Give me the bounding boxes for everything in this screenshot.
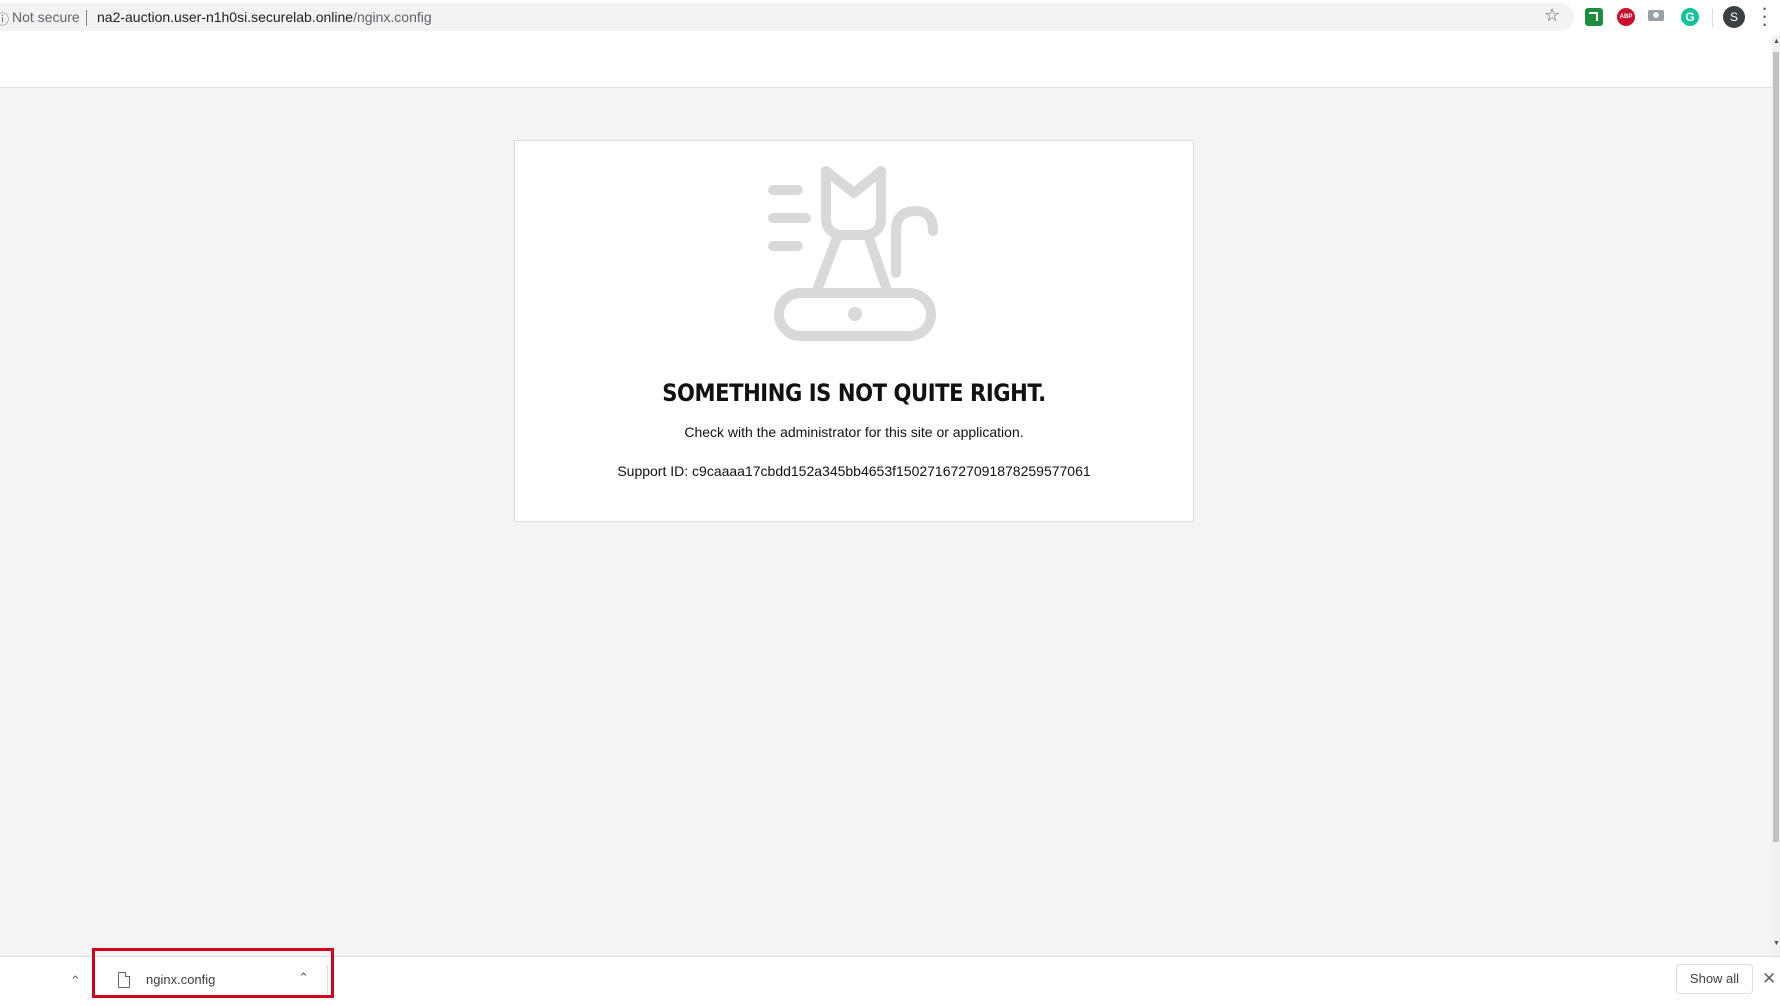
close-icon[interactable]: ✕	[1762, 969, 1776, 989]
toolbar-divider	[1712, 9, 1713, 27]
error-message: Check with the administrator for this si…	[684, 424, 1024, 440]
support-id: Support ID: c9caaaa17cbdd152a345bb4653f1…	[617, 463, 1091, 479]
url-host: na2-auction.user-n1h0si.securelab.online	[97, 9, 354, 25]
address-separator	[86, 10, 87, 26]
url-text[interactable]: na2-auction.user-n1h0si.securelab.online…	[97, 9, 432, 25]
camera-icon[interactable]	[1648, 10, 1664, 21]
green-extension-icon[interactable]	[1585, 8, 1603, 26]
scrollbar-thumb[interactable]	[1773, 52, 1779, 842]
page-header	[0, 36, 1772, 88]
grammarly-icon[interactable]: G	[1681, 8, 1699, 26]
profile-avatar[interactable]: S	[1723, 6, 1745, 28]
url-path: /nginx.config	[353, 9, 432, 25]
bookmark-star-icon[interactable]: ☆	[1544, 5, 1560, 26]
adblock-plus-icon[interactable]: ABP	[1617, 8, 1635, 26]
chevron-up-icon[interactable]: ⌃	[70, 973, 81, 989]
error-card: SOMETHING IS NOT QUITE RIGHT. Check with…	[514, 140, 1194, 522]
cat-error-illustration	[768, 166, 938, 341]
scroll-up-arrow-icon[interactable]: ▲	[1773, 38, 1780, 45]
browser-menu-icon[interactable]: · · ·	[1762, 2, 1768, 34]
site-info-icon[interactable]: ⓘ	[0, 9, 9, 28]
error-title: SOMETHING IS NOT QUITE RIGHT.	[662, 379, 1046, 407]
browser-toolbar: ⓘ Not secure na2-auction.user-n1h0si.sec…	[0, 0, 1780, 36]
show-all-button[interactable]: Show all	[1676, 964, 1753, 994]
address-bar[interactable]: ⓘ Not secure na2-auction.user-n1h0si.sec…	[0, 3, 1574, 31]
download-highlight-box	[92, 948, 334, 998]
scroll-down-arrow-icon[interactable]: ▼	[1773, 940, 1780, 947]
security-label[interactable]: Not secure	[12, 9, 80, 25]
